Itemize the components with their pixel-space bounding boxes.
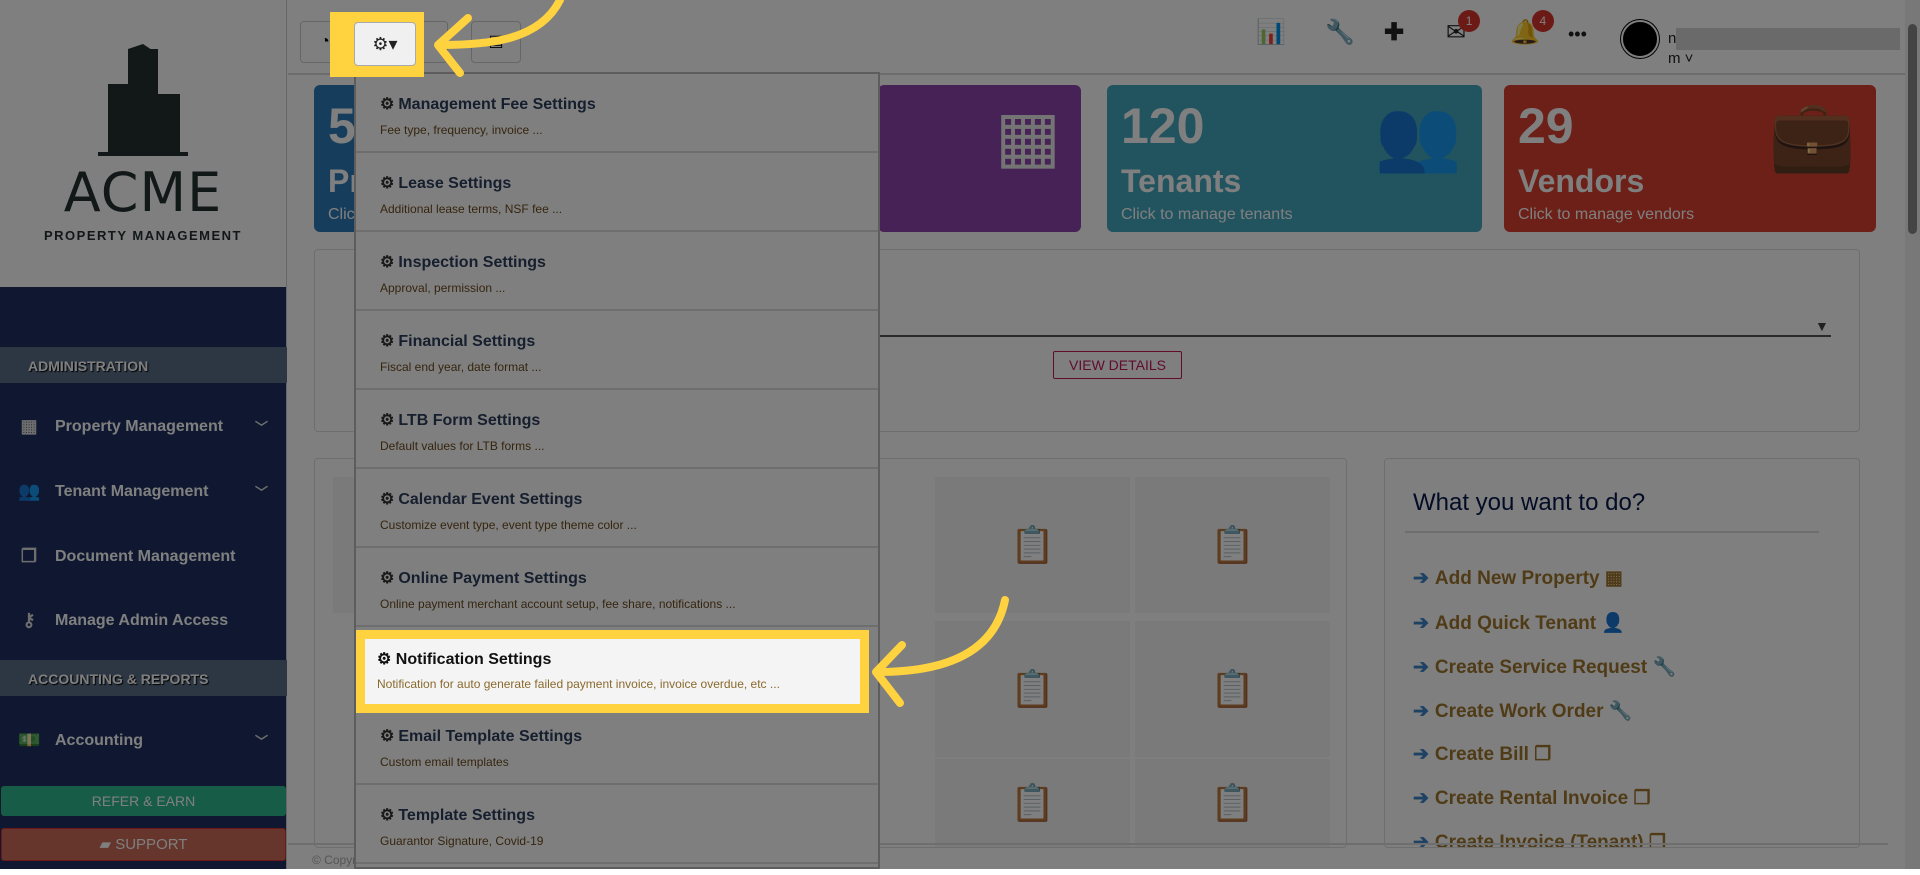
arrow-to-notification-icon (874, 596, 1009, 676)
guide-arrows (434, 0, 1009, 707)
